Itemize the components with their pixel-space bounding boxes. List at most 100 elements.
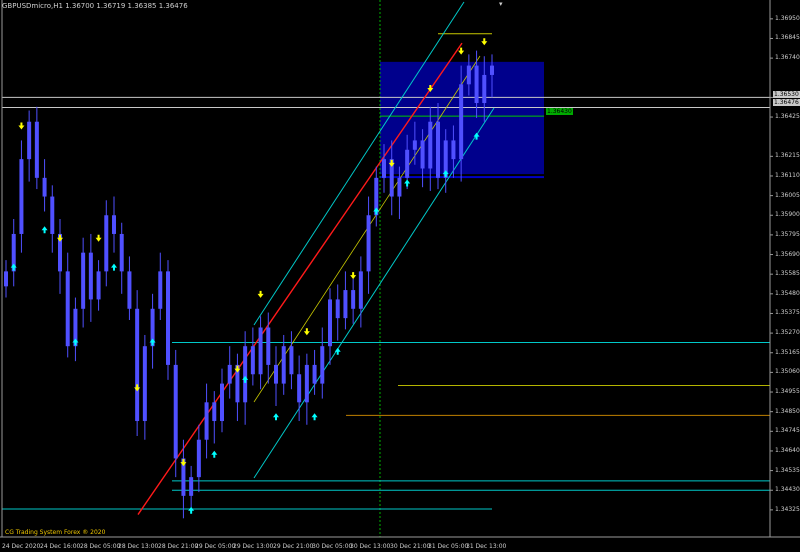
time-tick: 30 Dec 13:00 xyxy=(350,543,391,550)
candle-body xyxy=(436,121,440,178)
time-tick: 31 Dec 05:00 xyxy=(428,543,469,550)
candle-body xyxy=(243,346,248,403)
candle-body xyxy=(266,327,271,365)
candle-body xyxy=(474,65,479,104)
sell-arrow-icon xyxy=(18,122,25,130)
time-tick: 30 Dec 21:00 xyxy=(390,543,431,550)
candle-body xyxy=(127,271,132,309)
candle-body xyxy=(258,327,263,375)
candle-body xyxy=(420,140,425,169)
candle-body xyxy=(428,121,433,169)
time-tick: 31 Dec 13:00 xyxy=(466,543,507,550)
buy-arrow-icon xyxy=(242,375,249,383)
buy-arrow-icon xyxy=(111,263,117,271)
candle-body xyxy=(65,271,70,347)
zone-price-label: 1.36430 xyxy=(546,108,573,115)
candle-body xyxy=(220,383,224,422)
sell-arrow-icon xyxy=(481,38,488,46)
sell-arrow-icon xyxy=(134,384,141,392)
price-tick: 1.34850 xyxy=(775,407,800,415)
buy-arrow-icon xyxy=(311,413,318,421)
candle-body xyxy=(112,215,116,234)
sell-arrow-icon xyxy=(257,290,264,298)
sell-arrow-icon xyxy=(350,272,357,280)
buy-arrow-icon xyxy=(334,347,341,355)
price-tick: 1.34955 xyxy=(775,388,800,396)
candle-body xyxy=(19,159,24,234)
price-tick: 1.35165 xyxy=(775,348,800,356)
candle-body xyxy=(88,252,93,300)
time-tick: 29 Dec 21:00 xyxy=(273,543,314,550)
buy-arrow-icon xyxy=(149,338,156,346)
sell-arrow-icon xyxy=(95,234,102,242)
candle-body xyxy=(119,233,124,272)
time-tick: 29 Dec 05:00 xyxy=(195,543,236,550)
regression-line xyxy=(137,42,463,515)
price-tick: 1.36845 xyxy=(775,34,800,42)
buy-arrow-icon xyxy=(273,413,279,421)
candle-body xyxy=(189,477,194,496)
candle-body xyxy=(4,271,8,287)
candle-body xyxy=(196,439,201,478)
price-tick: 1.34430 xyxy=(775,486,800,494)
candle-body xyxy=(250,346,255,375)
candle-body xyxy=(451,140,456,160)
price-tick: 1.36005 xyxy=(775,191,800,199)
buy-arrow-icon xyxy=(10,263,17,271)
candle-body xyxy=(320,346,325,384)
candle-body xyxy=(289,346,294,375)
candle-body xyxy=(96,271,101,300)
candle-body xyxy=(405,149,410,178)
buy-arrow-icon xyxy=(211,450,218,458)
time-tick: 24 Dec 16:00 xyxy=(40,543,81,550)
candle-body xyxy=(166,271,170,365)
price-tick: 1.36740 xyxy=(775,54,800,62)
candle-body xyxy=(204,402,209,440)
candle-body xyxy=(297,374,302,403)
price-tick: 1.36950 xyxy=(775,14,800,22)
candle-body xyxy=(34,121,39,178)
candle-body xyxy=(42,177,47,197)
price-tick: 1.36425 xyxy=(775,113,800,121)
symbol-info: GBPUSDmicro,H1 1.36700 1.36719 1.36385 1… xyxy=(2,2,188,10)
chart-shift-marker[interactable]: ▾ xyxy=(499,0,503,8)
candle-body xyxy=(459,84,464,160)
candle-body xyxy=(466,65,471,85)
candle-body xyxy=(382,159,386,178)
price-tick: 1.35690 xyxy=(775,250,800,258)
price-chart[interactable] xyxy=(0,0,800,552)
price-tick: 1.35795 xyxy=(775,230,800,238)
time-tick: 30 Dec 05:00 xyxy=(312,543,353,550)
price-tick: 1.35375 xyxy=(775,309,800,317)
price-tick: 1.36110 xyxy=(775,171,800,179)
price-tick: 1.35585 xyxy=(775,270,800,278)
supply-zone-base xyxy=(380,176,544,179)
time-tick: 28 Dec 13:00 xyxy=(118,543,159,550)
sell-arrow-icon xyxy=(303,328,310,336)
buy-arrow-icon xyxy=(41,226,48,234)
chart-window[interactable]: GBPUSDmicro,H1 1.36700 1.36719 1.36385 1… xyxy=(0,0,800,552)
price-tick: 1.34640 xyxy=(775,446,800,454)
price-label-current: 1.36476 xyxy=(773,99,800,106)
price-tick: 1.35480 xyxy=(775,289,800,297)
time-tick: 28 Dec 05:00 xyxy=(80,543,121,550)
price-tick: 1.35060 xyxy=(775,368,800,376)
candle-body xyxy=(227,364,232,384)
candle-body xyxy=(304,364,309,403)
candle-body xyxy=(104,215,109,272)
candle-body xyxy=(328,299,332,347)
candle-body xyxy=(351,290,356,309)
candle-body xyxy=(397,177,402,197)
candle-body xyxy=(281,346,286,384)
candle-body xyxy=(81,252,86,309)
price-label-high: 1.36530 xyxy=(773,91,800,98)
candle-body xyxy=(27,121,32,160)
candle-body xyxy=(142,346,147,422)
candle-body xyxy=(343,290,348,319)
candle-body xyxy=(490,65,494,75)
sell-arrow-icon xyxy=(57,234,63,242)
candle-body xyxy=(212,402,217,422)
candle-body xyxy=(50,196,55,234)
candle-body xyxy=(158,271,163,309)
price-tick: 1.36215 xyxy=(775,152,800,160)
